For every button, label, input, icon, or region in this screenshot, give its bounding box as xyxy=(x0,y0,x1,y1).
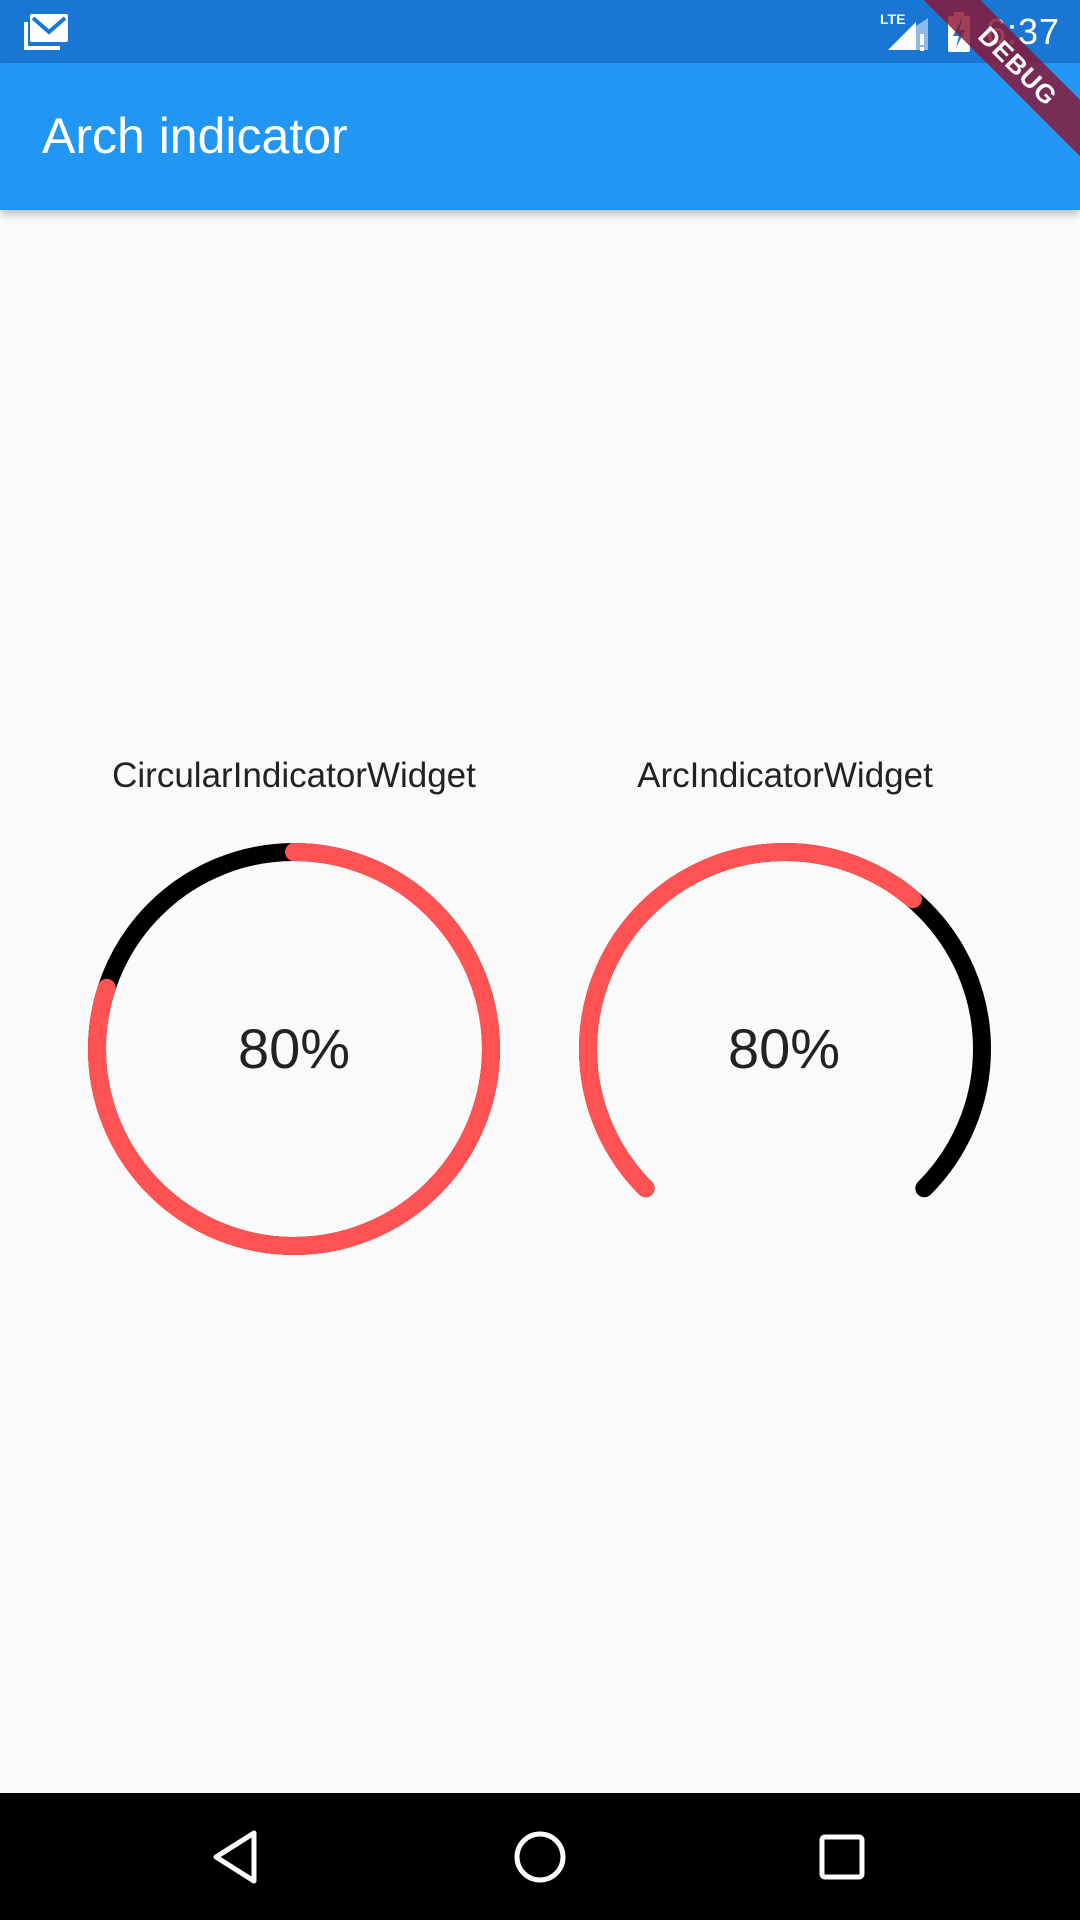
status-bar: LTE 6:37 xyxy=(0,0,1080,63)
status-icons: LTE 6:37 xyxy=(880,0,1060,63)
circular-indicator-label: CircularIndicatorWidget xyxy=(112,756,476,795)
svg-text:LTE: LTE xyxy=(880,11,905,27)
circular-indicator-value: 80% xyxy=(237,1017,351,1080)
app-bar: Arch indicator xyxy=(0,63,1080,210)
recents-icon[interactable] xyxy=(806,1821,878,1893)
home-icon[interactable] xyxy=(504,1821,576,1893)
battery-charging-icon xyxy=(947,11,970,52)
lte-signal-icon: LTE xyxy=(880,11,928,51)
app-title: Arch indicator xyxy=(42,108,348,164)
gmail-icon xyxy=(24,14,68,50)
status-time: 6:37 xyxy=(985,10,1060,52)
navigation-bar xyxy=(0,1793,1080,1920)
arc-indicator-value: 80% xyxy=(727,1017,841,1080)
arc-indicator-label: ArcIndicatorWidget xyxy=(637,756,933,795)
screen: LTE 6:37 Arch indicator DEBUG CircularIn… xyxy=(0,0,1080,1920)
back-icon[interactable] xyxy=(202,1821,274,1893)
